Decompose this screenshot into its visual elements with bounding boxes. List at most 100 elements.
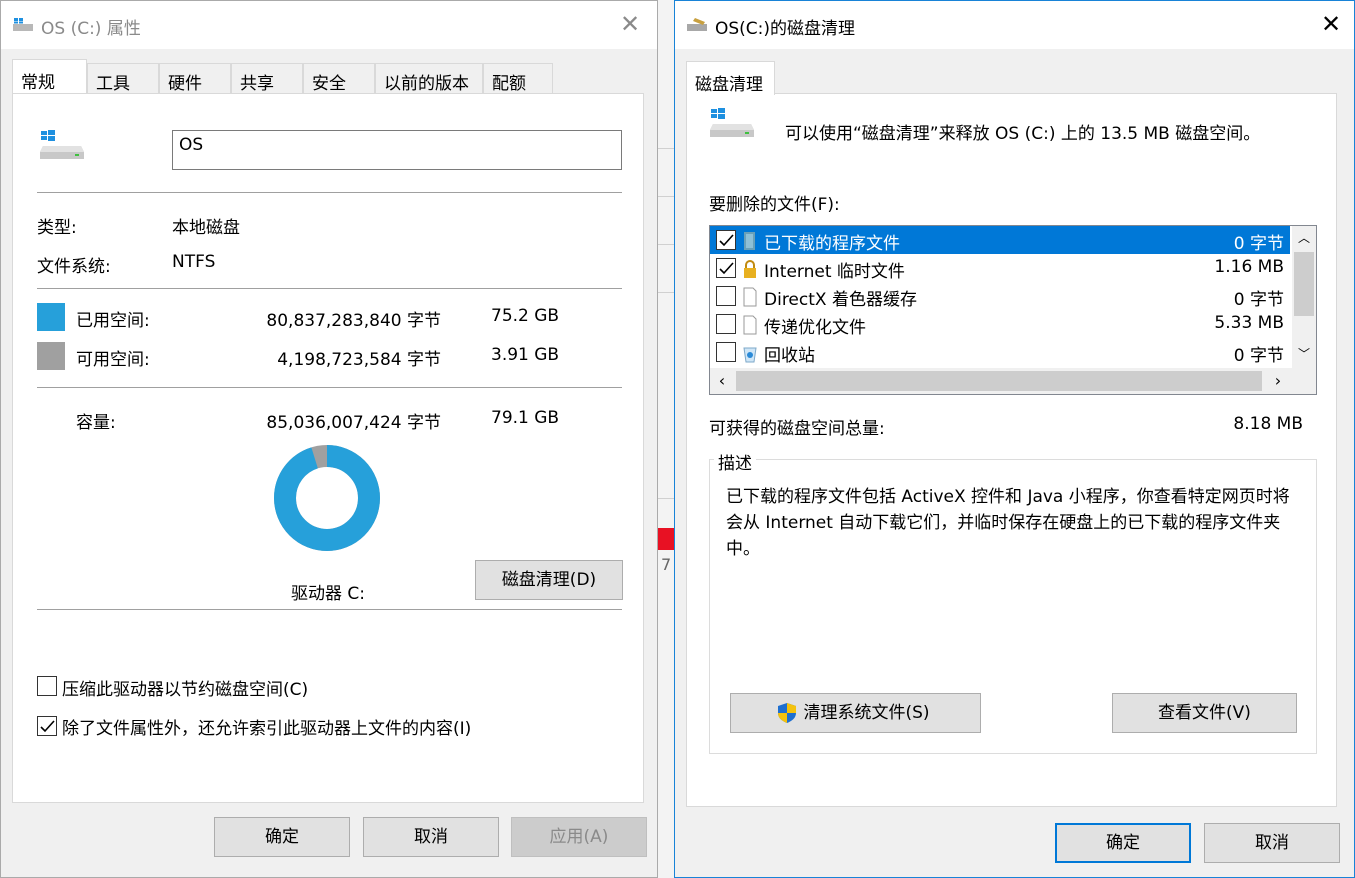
- scroll-down-icon[interactable]: ﹀: [1292, 342, 1316, 366]
- divider: [37, 288, 622, 289]
- index-checkbox[interactable]: [37, 716, 57, 736]
- total-space-label: 可获得的磁盘空间总量:: [709, 419, 885, 439]
- intro-text: 可以使用“磁盘清理”来释放 OS (C:) 上的 13.5 MB 磁盘空间。: [785, 124, 1261, 144]
- window-title: OS(C:)的磁盘清理: [715, 19, 856, 39]
- close-icon[interactable]: ✕: [1318, 11, 1344, 37]
- file-size: 5.33 MB: [1214, 313, 1284, 333]
- file-size: 0 字节: [1233, 346, 1284, 366]
- scroll-thumb[interactable]: [1294, 252, 1314, 316]
- clean-system-files-button[interactable]: 清理系统文件(S): [730, 693, 981, 733]
- drive-icon: [13, 18, 33, 31]
- file-name: Internet 临时文件: [764, 262, 905, 282]
- divider: [37, 192, 622, 193]
- background-window-strip: 7: [658, 0, 674, 878]
- tab-strip: 常规 工具 硬件 共享 安全 以前的版本 配额: [12, 59, 652, 95]
- tab-previous-versions[interactable]: 以前的版本: [375, 63, 483, 94]
- drive-letter-label: 驱动器 C:: [291, 584, 366, 604]
- tab-general[interactable]: 常规: [12, 59, 87, 93]
- shield-icon: [778, 703, 796, 723]
- divider: [37, 387, 622, 388]
- horizontal-scrollbar[interactable]: ‹ ›: [710, 368, 1316, 394]
- scroll-left-icon[interactable]: ‹: [710, 368, 734, 394]
- files-listbox[interactable]: 已下载的程序文件 0 字节 Internet 临时文件 1.16 MB DirectX …: [709, 225, 1317, 395]
- title-bar: OS (C:) 属性 ✕: [1, 1, 657, 49]
- file-list-item[interactable]: DirectX 着色器缓存 0 字节: [710, 282, 1290, 310]
- used-space-bytes: 80,837,283,840 字节: [266, 311, 441, 331]
- cleanup-panel: 可以使用“磁盘清理”来释放 OS (C:) 上的 13.5 MB 磁盘空间。 要…: [686, 93, 1337, 807]
- file-name: 已下载的程序文件: [764, 234, 900, 254]
- compress-checkbox[interactable]: [37, 676, 57, 696]
- free-space-size: 3.91 GB: [491, 345, 560, 365]
- tab-sharing[interactable]: 共享: [231, 63, 303, 94]
- file-checkbox[interactable]: [716, 314, 736, 334]
- free-space-swatch: [37, 342, 65, 370]
- disk-cleanup-window: OS(C:)的磁盘清理 ✕ 磁盘清理 可以使用“磁盘清理”来释放 OS (C:)…: [674, 0, 1355, 878]
- file-checkbox[interactable]: [716, 342, 736, 362]
- folder-icon: [742, 231, 758, 251]
- checkmark-icon: [40, 720, 55, 733]
- file-list-item[interactable]: 已下载的程序文件 0 字节: [710, 226, 1290, 254]
- lock-icon: [742, 259, 758, 279]
- file-icon: [742, 315, 758, 335]
- tab-tools[interactable]: 工具: [87, 63, 159, 94]
- drive-icon: [710, 108, 754, 137]
- file-size: 0 字节: [1233, 290, 1284, 310]
- filesystem-value: NTFS: [172, 252, 216, 272]
- usage-donut-chart: [274, 445, 380, 551]
- divider: [37, 609, 622, 610]
- index-label: 除了文件属性外，还允许索引此驱动器上文件的内容(I): [62, 719, 472, 739]
- file-checkbox[interactable]: [716, 230, 736, 250]
- free-space-bytes: 4,198,723,584 字节: [277, 350, 441, 370]
- type-value: 本地磁盘: [172, 218, 240, 238]
- used-space-arc: [274, 445, 380, 551]
- apply-button[interactable]: 应用(A): [511, 817, 647, 857]
- description-title: 描述: [714, 449, 756, 474]
- free-space-label: 可用空间:: [76, 350, 150, 370]
- cancel-button[interactable]: 取消: [363, 817, 499, 857]
- capacity-size: 79.1 GB: [491, 408, 560, 428]
- disk-cleanup-button[interactable]: 磁盘清理(D): [475, 560, 623, 600]
- files-to-delete-label: 要删除的文件(F):: [709, 195, 840, 215]
- capacity-label: 容量:: [76, 413, 116, 433]
- drive-name-input[interactable]: OS: [172, 130, 622, 170]
- view-files-button[interactable]: 查看文件(V): [1112, 693, 1297, 733]
- file-checkbox[interactable]: [716, 258, 736, 278]
- total-space-value: 8.18 MB: [1233, 414, 1303, 434]
- used-space-swatch: [37, 303, 65, 331]
- clean-system-files-label: 清理系统文件(S): [803, 703, 930, 723]
- general-panel: OS 类型: 本地磁盘 文件系统: NTFS 已用空间: 80,837,283,…: [12, 93, 644, 803]
- file-size: 1.16 MB: [1214, 257, 1284, 277]
- scroll-thumb[interactable]: [736, 371, 1262, 391]
- recycle-bin-icon: [742, 343, 758, 363]
- close-icon[interactable]: ✕: [617, 11, 643, 37]
- checkmark-icon: [719, 234, 734, 247]
- tab-disk-cleanup[interactable]: 磁盘清理: [686, 61, 775, 95]
- tab-hardware[interactable]: 硬件: [159, 63, 231, 94]
- file-size: 0 字节: [1233, 234, 1284, 254]
- scroll-up-icon[interactable]: ︿: [1292, 226, 1316, 250]
- file-list-item[interactable]: 传递优化文件 5.33 MB: [710, 310, 1290, 338]
- properties-window: OS (C:) 属性 ✕ 常规 工具 硬件 共享 安全 以前的版本 配额 OS …: [0, 0, 658, 878]
- compress-label: 压缩此驱动器以节约磁盘空间(C): [62, 680, 309, 700]
- ok-button[interactable]: 确定: [1055, 823, 1191, 863]
- title-bar: OS(C:)的磁盘清理 ✕: [675, 1, 1354, 49]
- scroll-right-icon[interactable]: ›: [1266, 368, 1290, 394]
- tab-security[interactable]: 安全: [303, 63, 375, 94]
- drive-icon: [40, 130, 84, 159]
- used-space-size: 75.2 GB: [491, 306, 560, 326]
- vertical-scrollbar[interactable]: ︿ ﹀: [1292, 226, 1316, 368]
- type-label: 类型:: [37, 218, 77, 238]
- cleanup-icon: [687, 18, 707, 31]
- file-list-item[interactable]: 回收站 0 字节: [710, 338, 1290, 366]
- used-space-label: 已用空间:: [76, 311, 150, 331]
- cancel-button[interactable]: 取消: [1204, 823, 1340, 863]
- file-name: DirectX 着色器缓存: [764, 290, 917, 310]
- description-text: 已下载的程序文件包括 ActiveX 控件和 Java 小程序，你查看特定网页时…: [726, 487, 1290, 559]
- file-list-item[interactable]: Internet 临时文件 1.16 MB: [710, 254, 1290, 282]
- ok-button[interactable]: 确定: [214, 817, 350, 857]
- tab-quota[interactable]: 配额: [483, 63, 553, 94]
- file-checkbox[interactable]: [716, 286, 736, 306]
- capacity-bytes: 85,036,007,424 字节: [266, 413, 441, 433]
- file-name: 传递优化文件: [764, 318, 866, 338]
- checkmark-icon: [719, 262, 734, 275]
